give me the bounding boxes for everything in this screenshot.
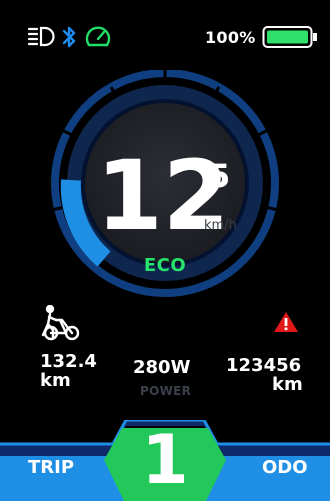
bluetooth-icon	[62, 26, 76, 48]
odo-distance-unit: km	[272, 374, 303, 395]
trip-distance-value: 132.4	[40, 351, 97, 372]
speedometer-icon	[85, 26, 111, 47]
odo-distance-value: 123456	[226, 355, 302, 376]
battery-percent: 100%	[205, 28, 256, 47]
gear-level: 1	[141, 421, 189, 500]
power-value: 280W	[133, 357, 191, 378]
warning-icon	[274, 312, 298, 332]
headlight-icon	[27, 26, 55, 47]
odo-button[interactable]: ODO	[262, 457, 308, 478]
trip-button[interactable]: TRIP	[28, 457, 74, 478]
trip-distance-unit: km	[40, 370, 71, 391]
walk-assist-icon	[41, 305, 80, 341]
battery-icon	[262, 26, 317, 48]
assist-mode: ECO	[143, 255, 187, 276]
status-bar: 100%	[0, 0, 330, 72]
power-label: POWER	[140, 384, 192, 398]
speed-decimal: 5	[208, 157, 231, 195]
speed-unit: km/h	[204, 218, 237, 233]
speed-integer: 12	[96, 140, 230, 252]
